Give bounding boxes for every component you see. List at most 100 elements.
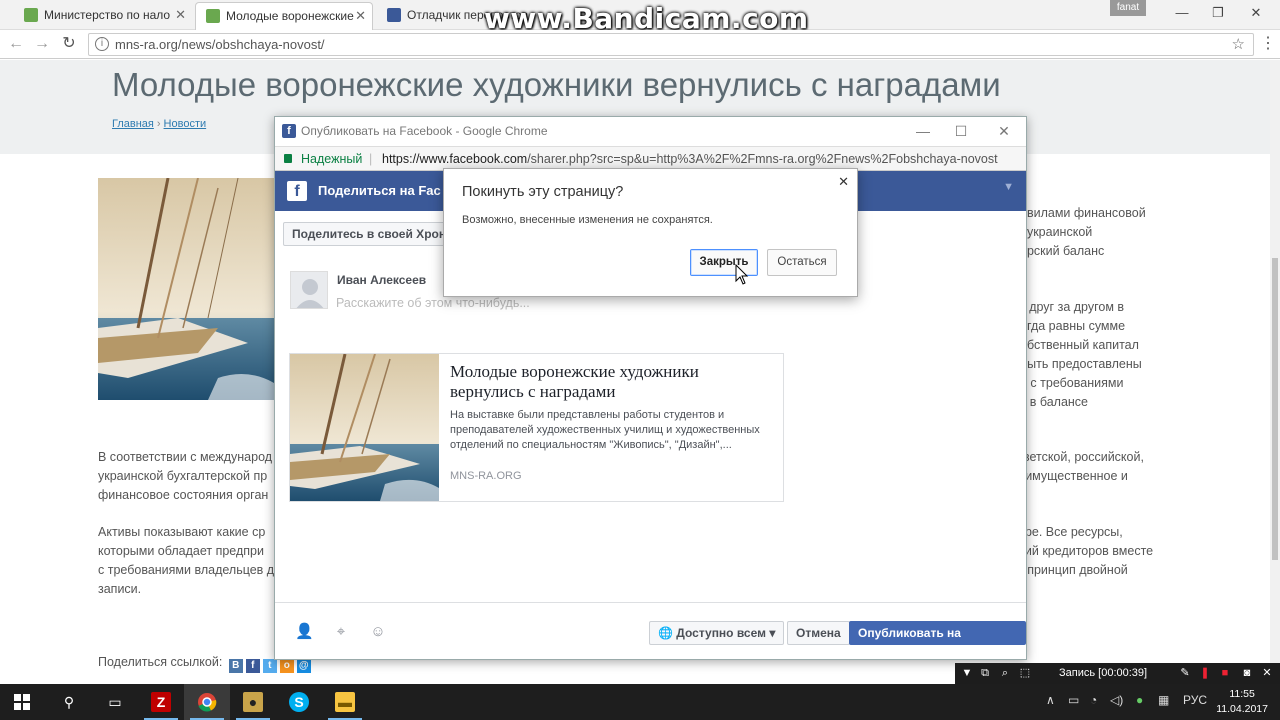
dialog-message: Возможно, внесенные изменения не сохраня… — [462, 214, 713, 226]
link-preview-card[interactable]: Молодые воронежские художники вернулись … — [289, 353, 784, 502]
emoji-icon[interactable]: ☺ — [369, 623, 387, 641]
chevron-down-icon[interactable]: ▼ — [1003, 181, 1014, 193]
chrome-app[interactable] — [184, 684, 230, 720]
article-paragraph-2: Активы показывают какие ср которыми облад… — [98, 525, 275, 596]
dropdown-icon[interactable]: ▼ — [959, 663, 975, 684]
search-icon: ⚲ — [63, 694, 75, 710]
bandicam-app[interactable]: ● — [230, 684, 276, 720]
facebook-logo-icon: f — [282, 124, 296, 138]
breadcrumb-home-link[interactable]: Главная — [112, 118, 154, 130]
publish-button[interactable]: Опубликовать на Facebook — [849, 621, 1026, 659]
twitter-icon[interactable]: t — [262, 659, 277, 673]
composer-input[interactable]: Расскажите об этом что-нибудь... — [336, 296, 530, 310]
address-url: mns-ra.org/news/obshchaya-novost/ — [115, 37, 325, 52]
minimize-button[interactable]: — — [1164, 0, 1200, 26]
browser-tab[interactable]: Министерство по нало ✕ — [14, 2, 192, 30]
pencil-icon[interactable]: ✎ — [1177, 663, 1193, 684]
profile-badge[interactable]: fanat — [1110, 0, 1146, 16]
breadcrumb: Главная › Новости — [112, 118, 206, 130]
battery-icon[interactable]: ▭ — [1068, 693, 1079, 707]
network-icon[interactable]: ◔ — [1090, 693, 1097, 707]
close-icon[interactable]: ✕ — [1259, 663, 1275, 684]
facebook-logo-icon: f — [287, 181, 307, 201]
user-name: Иван Алексеев — [337, 273, 427, 287]
secure-label: Надежный — [301, 152, 363, 166]
page-scrollbar[interactable] — [1270, 60, 1280, 684]
stop-icon[interactable]: ■ — [1217, 663, 1233, 684]
leave-page-dialog: Покинуть эту страницу? ✕ Возможно, внесе… — [443, 168, 858, 297]
forward-arrow-icon[interactable]: → — [32, 34, 52, 54]
app-tray-icon[interactable]: ● — [1136, 693, 1143, 707]
bookmark-star-icon[interactable]: ☆ — [1232, 34, 1245, 55]
cancel-button[interactable]: Отмена — [787, 621, 850, 645]
address-bar[interactable]: i mns-ra.org/news/obshchaya-novost/ ☆ — [88, 33, 1254, 56]
info-icon[interactable]: i — [95, 37, 109, 51]
pause-icon[interactable]: ❚ — [1197, 663, 1213, 684]
explorer-app[interactable]: ▬ — [322, 684, 368, 720]
maximize-button[interactable]: ❐ — [1200, 0, 1236, 26]
facebook-icon[interactable]: f — [245, 659, 260, 673]
link-preview-title: Молодые воронежские художники вернулись … — [450, 362, 699, 401]
close-tab-icon[interactable]: ✕ — [175, 2, 186, 28]
mailru-icon[interactable]: @ — [296, 659, 311, 673]
article-paragraph-2-right: ере. Все ресурсы, ний кредиторов вместе т … — [1018, 525, 1154, 577]
globe-icon: 🌐 — [658, 626, 673, 640]
close-tab-icon[interactable]: ✕ — [355, 3, 366, 29]
close-window-button[interactable]: ✕ — [1238, 0, 1274, 26]
search-icon[interactable]: ⌕ — [997, 663, 1013, 684]
odnoklassniki-icon[interactable]: o — [279, 659, 294, 673]
scrollbar-thumb[interactable] — [1272, 258, 1278, 560]
location-pin-icon[interactable]: ⌖ — [332, 623, 350, 641]
default-avatar-icon — [296, 279, 324, 308]
clock-time: 11:55 — [1229, 688, 1255, 700]
popup-minimize-button[interactable]: — — [903, 117, 943, 146]
facebook-footer: 👤 ⌖ ☺ 🌐 Доступно всем ▾ Отмена Опубликов… — [275, 602, 1026, 659]
recording-status: Запись [00:00:39] — [1059, 667, 1148, 679]
popup-maximize-button[interactable]: ☐ — [941, 117, 981, 146]
folder-icon: ▬ — [335, 692, 355, 712]
vk-icon[interactable]: B — [228, 659, 243, 673]
filezilla-icon: Z — [151, 692, 171, 712]
menu-icon[interactable]: ⋮ — [1258, 34, 1278, 54]
keyboard-icon[interactable]: ▦ — [1158, 693, 1169, 707]
avatar — [290, 271, 328, 309]
camera-icon[interactable]: ◙ — [1239, 663, 1255, 684]
browser-tab-active[interactable]: Молодые воронежские ✕ — [195, 2, 373, 30]
filezilla-app[interactable]: Z — [138, 684, 184, 720]
search-button[interactable]: ⚲ — [46, 684, 92, 720]
lock-icon — [284, 154, 292, 163]
stay-button[interactable]: Остаться — [767, 249, 837, 276]
popup-close-button[interactable]: ✕ — [984, 117, 1024, 146]
page-title: Молодые воронежские художники вернулись … — [112, 66, 1001, 103]
breadcrumb-news-link[interactable]: Новости — [164, 118, 207, 130]
link-preview-image — [290, 354, 439, 501]
volume-icon[interactable]: ◁) — [1110, 693, 1123, 707]
tag-friends-icon[interactable]: 👤 — [295, 623, 314, 641]
audience-selector[interactable]: 🌐 Доступно всем ▾ — [649, 621, 785, 645]
dialog-close-icon[interactable]: ✕ — [838, 174, 849, 190]
link-preview-description: На выставке были представлены работы сту… — [450, 409, 760, 451]
task-view-button[interactable]: ▭ — [92, 684, 138, 720]
link-preview-domain: MNS-RA.ORG — [450, 470, 522, 482]
mouse-cursor-icon — [735, 264, 749, 285]
recorder-bar: ▼ ⧉ ⌕ ⬚ Запись [00:00:39] ✎ ❚ ■ ◙ ✕ — [955, 663, 1280, 684]
start-button[interactable] — [0, 684, 46, 720]
window-mode-icon[interactable]: ⧉ — [977, 663, 993, 684]
address-separator: | — [369, 152, 373, 166]
clock-date: 11.04.2017 — [1216, 703, 1268, 715]
clock[interactable]: 11:55 11.04.2017 — [1216, 687, 1268, 717]
tray-expand-icon[interactable]: ∧ — [1046, 693, 1055, 707]
reload-icon[interactable]: ↻ — [59, 34, 79, 54]
skype-app[interactable]: S — [276, 684, 322, 720]
facebook-header-title: Поделиться на Fac — [318, 183, 441, 198]
dialog-title: Покинуть эту страницу? — [462, 184, 624, 200]
back-arrow-icon[interactable]: ← — [6, 34, 26, 54]
breadcrumb-separator: › — [156, 118, 161, 130]
article-paragraph-1-right: оветской, российской, т имущественное и — [1016, 450, 1144, 483]
share-destination-select[interactable]: Поделитесь в своей Хрони — [283, 222, 463, 246]
article-paragraph-1: В соответствии с международ украинской бу… — [98, 450, 273, 502]
area-select-icon[interactable]: ⬚ — [1017, 663, 1033, 684]
article-image — [98, 178, 274, 400]
tab-title: Министерство по нало — [44, 8, 171, 22]
language-indicator[interactable]: РУС — [1183, 693, 1207, 707]
